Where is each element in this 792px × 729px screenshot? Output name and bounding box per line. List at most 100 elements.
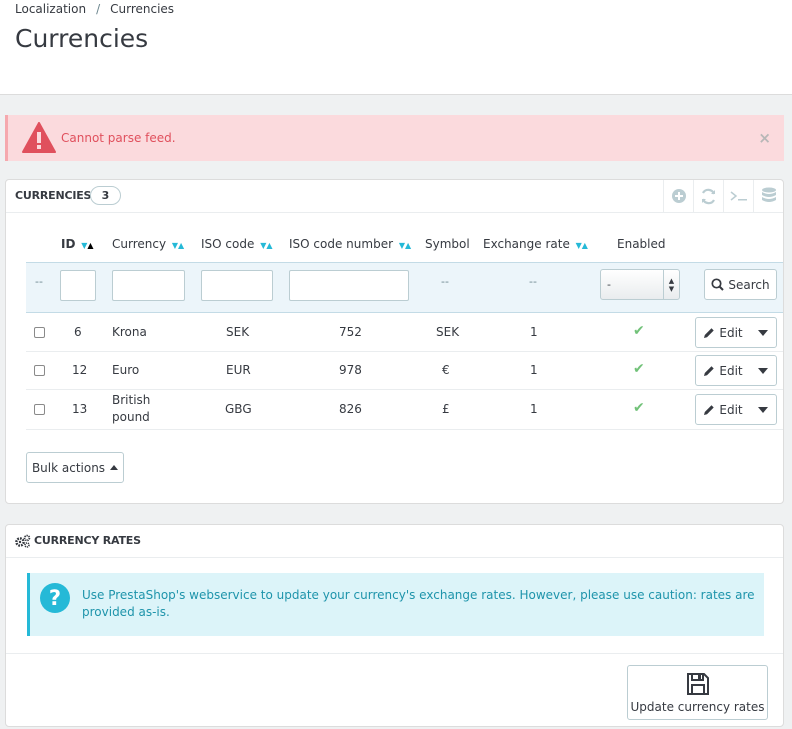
row-dropdown-button[interactable] bbox=[750, 356, 776, 385]
row-dropdown-button[interactable] bbox=[750, 395, 776, 424]
currency-rates-panel: Currency rates ? Use PrestaShop's webser… bbox=[5, 524, 784, 727]
filter-row: -- -- -- - ▲ ▼ Search bbox=[26, 262, 783, 313]
question-circle-icon: ? bbox=[40, 583, 70, 613]
save-icon bbox=[686, 673, 709, 695]
row-actions: Edit bbox=[695, 394, 777, 425]
count-badge: 3 bbox=[90, 186, 121, 205]
edit-button[interactable]: Edit bbox=[696, 318, 750, 347]
breadcrumb-separator: / bbox=[96, 2, 101, 16]
refresh-icon bbox=[701, 188, 716, 204]
row-actions: Edit bbox=[695, 355, 777, 386]
panel-heading: Currencies 3 bbox=[6, 180, 783, 213]
edit-button[interactable]: Edit bbox=[696, 356, 750, 385]
pencil-icon bbox=[704, 327, 715, 338]
search-label: Search bbox=[728, 277, 770, 292]
terminal-icon bbox=[730, 191, 747, 201]
panel-heading: Currency rates bbox=[6, 525, 783, 558]
pencil-icon bbox=[704, 365, 715, 376]
export-button[interactable] bbox=[753, 180, 783, 212]
filter-enabled-select[interactable]: - ▲ ▼ bbox=[600, 269, 680, 300]
column-header-id[interactable]: ID ▼▲ bbox=[61, 237, 94, 251]
plus-circle-icon bbox=[671, 189, 686, 203]
bulk-actions-button[interactable]: Bulk actions bbox=[26, 452, 124, 483]
edit-button[interactable]: Edit bbox=[696, 395, 750, 424]
filter-id-input[interactable] bbox=[60, 270, 96, 301]
cell-exchange-rate: 1 bbox=[530, 363, 538, 377]
breadcrumb: Localization / Currencies bbox=[15, 2, 174, 16]
add-new-button[interactable] bbox=[663, 180, 693, 212]
cell-iso-code: EUR bbox=[226, 363, 251, 377]
table-row: 13 British pound GBG 826 £ 1 ✔ Edit bbox=[26, 390, 783, 430]
warning-icon bbox=[22, 122, 56, 153]
cell-id: 13 bbox=[72, 402, 88, 416]
update-currency-rates-button[interactable]: Update currency rates bbox=[627, 665, 768, 720]
cell-symbol: SEK bbox=[436, 325, 460, 339]
cell-iso-code: SEK bbox=[226, 325, 250, 339]
cell-currency: Krona bbox=[112, 325, 147, 339]
select-value: - bbox=[607, 278, 611, 291]
enabled-check-icon[interactable]: ✔ bbox=[633, 400, 645, 416]
panel-title: Currency rates bbox=[34, 534, 141, 547]
database-icon bbox=[761, 187, 776, 202]
page-header: Localization / Currencies Currencies bbox=[0, 0, 792, 95]
row-checkbox[interactable] bbox=[34, 404, 45, 415]
panel-title: Currencies bbox=[15, 189, 92, 202]
cell-id: 6 bbox=[74, 325, 82, 339]
info-message: Use PrestaShop's webservice to update yo… bbox=[82, 588, 755, 619]
caret-down-icon bbox=[758, 406, 768, 413]
sort-icon[interactable]: ▼▲ bbox=[260, 241, 272, 250]
cell-exchange-rate: 1 bbox=[530, 325, 538, 339]
filter-dash: -- bbox=[35, 275, 43, 288]
row-actions: Edit bbox=[695, 317, 777, 348]
row-checkbox[interactable] bbox=[34, 327, 45, 338]
filter-rate-dash: -- bbox=[529, 275, 537, 288]
sort-icon[interactable]: ▼▲ bbox=[172, 241, 184, 250]
page-title: Currencies bbox=[15, 24, 149, 53]
column-header-symbol: Symbol bbox=[425, 237, 470, 251]
info-alert: ? Use PrestaShop's webservice to update … bbox=[27, 573, 764, 636]
enabled-check-icon[interactable]: ✔ bbox=[633, 323, 645, 339]
caret-up-icon bbox=[110, 465, 119, 470]
cell-symbol: € bbox=[442, 363, 450, 377]
breadcrumb-current: Currencies bbox=[110, 2, 175, 16]
column-header-currency[interactable]: Currency ▼▲ bbox=[112, 237, 184, 251]
filter-currency-input[interactable] bbox=[112, 270, 185, 301]
sql-query-button[interactable] bbox=[723, 180, 753, 212]
pencil-icon bbox=[704, 404, 715, 415]
search-icon bbox=[711, 278, 725, 291]
search-button[interactable]: Search bbox=[704, 269, 777, 300]
filter-iso-code-input[interactable] bbox=[201, 270, 273, 301]
error-alert: Cannot parse feed. × bbox=[5, 115, 784, 161]
column-header-iso-code[interactable]: ISO code ▼▲ bbox=[201, 237, 273, 251]
cell-iso-number: 826 bbox=[339, 402, 362, 416]
refresh-button[interactable] bbox=[693, 180, 723, 212]
cell-currency: Euro bbox=[112, 363, 140, 377]
panel-footer: Update currency rates bbox=[6, 653, 783, 727]
table-row: 12 Euro EUR 978 € 1 ✔ Edit bbox=[26, 352, 783, 390]
row-checkbox[interactable] bbox=[34, 365, 45, 376]
breadcrumb-parent[interactable]: Localization bbox=[15, 2, 86, 16]
column-header-iso-number[interactable]: ISO code number ▼▲ bbox=[289, 237, 411, 251]
caret-down-icon bbox=[758, 367, 768, 374]
table-row: 6 Krona SEK 752 SEK 1 ✔ Edit bbox=[26, 314, 783, 352]
row-dropdown-button[interactable] bbox=[750, 318, 776, 347]
cell-exchange-rate: 1 bbox=[530, 402, 538, 416]
cogs-icon bbox=[15, 534, 31, 548]
filter-iso-number-input[interactable] bbox=[289, 270, 409, 301]
panel-toolbar bbox=[663, 180, 783, 212]
filter-symbol-dash: -- bbox=[441, 275, 449, 288]
enabled-check-icon[interactable]: ✔ bbox=[633, 361, 645, 377]
close-icon[interactable]: × bbox=[758, 129, 771, 147]
cell-symbol: £ bbox=[442, 402, 450, 416]
cell-iso-number: 752 bbox=[339, 325, 362, 339]
cell-iso-number: 978 bbox=[339, 363, 362, 377]
sort-asc-active-icon[interactable]: ▲ bbox=[87, 241, 93, 250]
cell-id: 12 bbox=[72, 363, 88, 377]
sort-icon[interactable]: ▼▲ bbox=[576, 241, 588, 250]
cell-currency: British bbox=[112, 393, 151, 407]
column-header-exchange-rate[interactable]: Exchange rate ▼▲ bbox=[483, 237, 588, 251]
update-button-label: Update currency rates bbox=[630, 700, 765, 714]
cell-currency-line2: pound bbox=[112, 410, 150, 424]
sort-icon[interactable]: ▼▲ bbox=[399, 241, 411, 250]
cell-iso-code: GBG bbox=[225, 402, 252, 416]
